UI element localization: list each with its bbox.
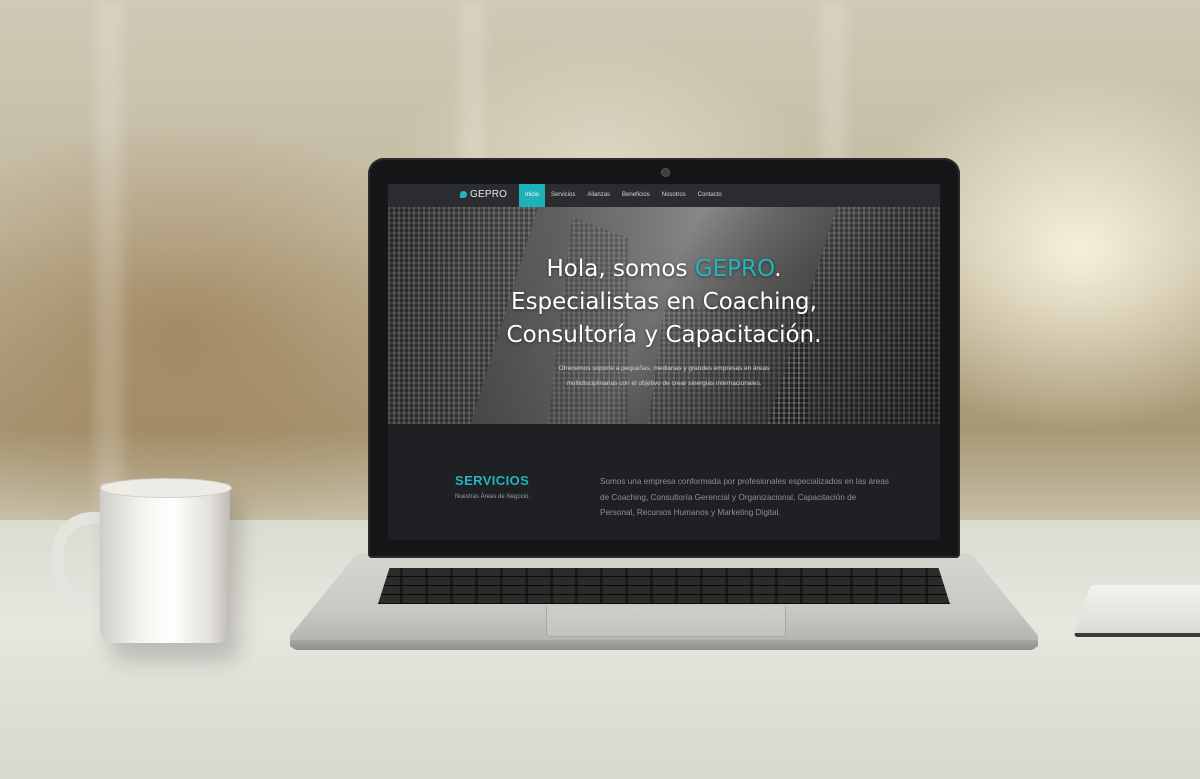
hero-title: Hola, somos GEPRO. Especialistas en Coac… — [388, 253, 940, 352]
hero-title-line-1: Hola, somos GEPRO. — [388, 253, 940, 286]
services-subtitle: Nuestras Áreas de Negocio. — [455, 494, 531, 500]
hero-title-highlight: GEPRO — [694, 256, 775, 282]
logo-mark-icon — [460, 191, 467, 198]
nav-item-inicio[interactable]: Inicio — [519, 184, 546, 207]
camera-icon — [661, 168, 670, 177]
notebook — [1073, 585, 1200, 637]
coffee-mug — [100, 483, 230, 643]
laptop-screen: GEPRO Inicio Servicios Alianzas Benefici… — [388, 184, 940, 540]
hero-title-line-2: Especialistas en Coaching, — [511, 289, 817, 315]
services-description: Somos una empresa conformada por profesi… — [600, 477, 890, 517]
hero-title-prefix: Hola, somos — [546, 256, 695, 282]
nav-item-alianzas[interactable]: Alianzas — [581, 184, 616, 207]
hero-section: Hola, somos GEPRO. Especialistas en Coac… — [388, 207, 940, 424]
logo-text: GEPRO — [470, 189, 508, 200]
keyboard-rows — [378, 568, 950, 604]
site-navbar: GEPRO Inicio Servicios Alianzas Benefici… — [388, 184, 940, 208]
hero-title-line-3: Consultoría y Capacitación. — [506, 322, 822, 348]
nav-item-nosotros[interactable]: Nosotros — [656, 184, 692, 207]
site-nav: Inicio Servicios Alianzas Beneficios Nos… — [519, 184, 728, 207]
nav-item-contacto[interactable]: Contacto — [692, 184, 728, 207]
services-section: SERVICIOS Nuestras Áreas de Negocio. Som… — [388, 424, 940, 540]
mug-rim — [100, 478, 232, 498]
background-pillar — [95, 0, 123, 520]
services-title: SERVICIOS — [455, 473, 530, 488]
site-logo[interactable]: GEPRO — [460, 189, 507, 200]
hero-subtitle: Ofrecemos soporte a pequeñas, medianas y… — [558, 365, 770, 387]
nav-item-beneficios[interactable]: Beneficios — [616, 184, 656, 207]
laptop-trackpad — [546, 606, 786, 637]
hero-title-suffix: . — [774, 256, 782, 282]
laptop-base-front — [290, 640, 1038, 650]
nav-item-servicios[interactable]: Servicios — [545, 184, 581, 207]
